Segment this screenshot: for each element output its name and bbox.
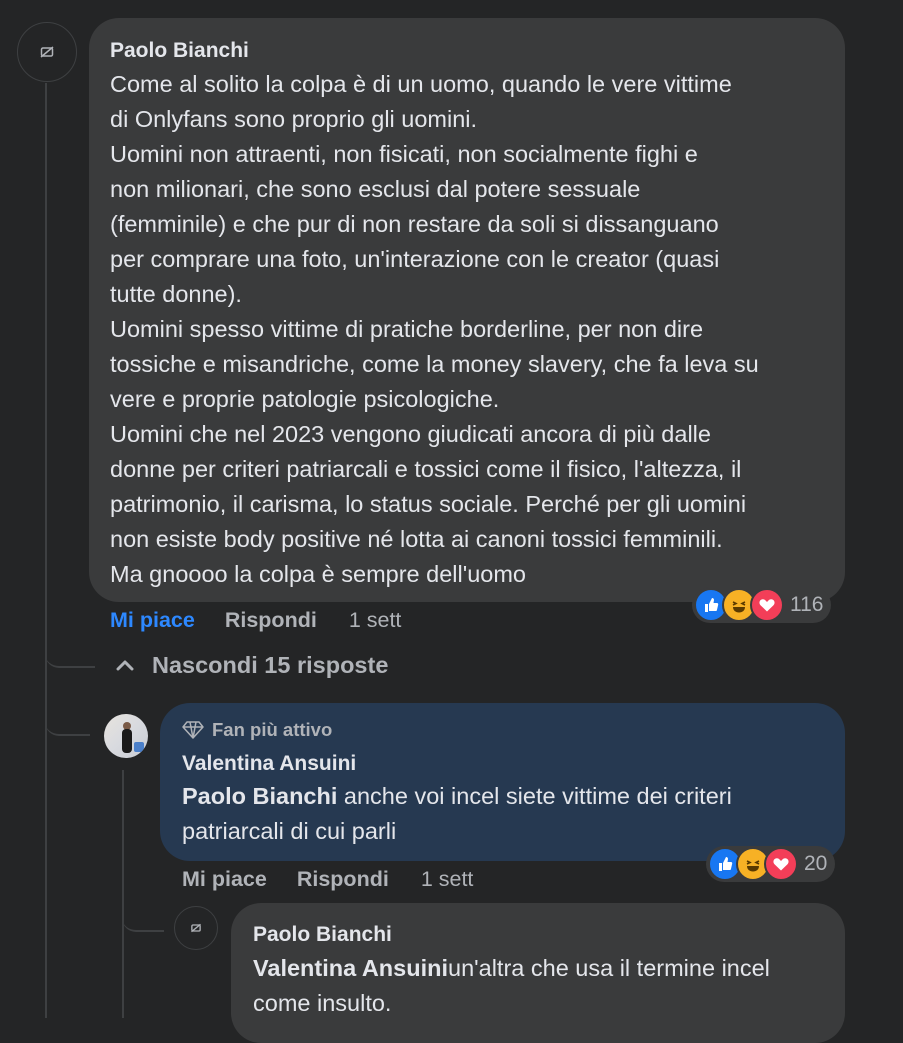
hidden-profile-icon bbox=[40, 46, 54, 58]
thread-line-reply-1 bbox=[122, 770, 124, 1018]
reply-actions-valentina: Mi piace Rispondi 1 sett bbox=[182, 867, 473, 892]
avatar-paolo[interactable] bbox=[17, 22, 77, 82]
thread-connector-reply-1 bbox=[45, 712, 90, 736]
reply-bubble-paolo: Paolo Bianchi Valentina Ansuiniun'altra … bbox=[231, 903, 845, 1043]
comment-text: Come al solito la colpa è di un uomo, qu… bbox=[110, 71, 759, 587]
reply-author[interactable]: Valentina Ansuini bbox=[182, 751, 825, 777]
thread-connector-hide bbox=[45, 650, 95, 668]
comment-author[interactable]: Paolo Bianchi bbox=[110, 38, 825, 64]
mention-link[interactable]: Paolo Bianchi bbox=[182, 783, 337, 809]
like-button[interactable]: Mi piace bbox=[182, 867, 267, 892]
top-fan-badge[interactable]: Fan più attivo bbox=[182, 719, 825, 741]
avatar-figure-body bbox=[122, 729, 132, 753]
chevron-up-icon bbox=[116, 660, 134, 670]
comment-actions-main: Mi piace Rispondi 1 sett bbox=[110, 608, 401, 633]
reply-bubble-valentina: Fan più attivo Valentina Ansuini Paolo B… bbox=[160, 703, 845, 861]
reply-text: Valentina Ansuiniun'altra che usa il ter… bbox=[253, 951, 825, 1021]
reply-button[interactable]: Rispondi bbox=[297, 867, 389, 892]
diamond-icon bbox=[182, 721, 204, 739]
avatar-valentina[interactable] bbox=[104, 714, 148, 758]
like-button[interactable]: Mi piace bbox=[110, 608, 195, 633]
comment-timestamp[interactable]: 1 sett bbox=[349, 608, 402, 633]
reply-timestamp[interactable]: 1 sett bbox=[421, 867, 474, 892]
reaction-summary-main[interactable]: 116 bbox=[692, 587, 832, 623]
thread-connector-reply-2 bbox=[122, 910, 164, 932]
reaction-summary-reply-1[interactable]: 20 bbox=[706, 846, 836, 882]
reply-button[interactable]: Rispondi bbox=[225, 608, 317, 633]
love-reaction-icon bbox=[750, 588, 784, 622]
comment-bubble-main: Paolo Bianchi Come al solito la colpa è … bbox=[89, 18, 845, 602]
reaction-count: 20 bbox=[804, 852, 828, 875]
reply-author[interactable]: Paolo Bianchi bbox=[253, 922, 825, 948]
hide-replies-button[interactable]: Nascondi 15 risposte bbox=[114, 652, 388, 679]
avatar-paolo-small[interactable] bbox=[174, 906, 218, 950]
reaction-count: 116 bbox=[790, 593, 824, 616]
hide-replies-label: Nascondi 15 risposte bbox=[152, 652, 389, 678]
hidden-profile-icon bbox=[191, 923, 201, 933]
mention-link[interactable]: Valentina Ansuini bbox=[253, 955, 448, 981]
reply-text: Paolo Bianchi anche voi incel siete vitt… bbox=[182, 779, 825, 849]
love-reaction-icon bbox=[764, 847, 798, 881]
thread-line-main bbox=[45, 83, 47, 668]
top-fan-label: Fan più attivo bbox=[212, 719, 333, 740]
avatar-background-detail bbox=[134, 742, 144, 752]
